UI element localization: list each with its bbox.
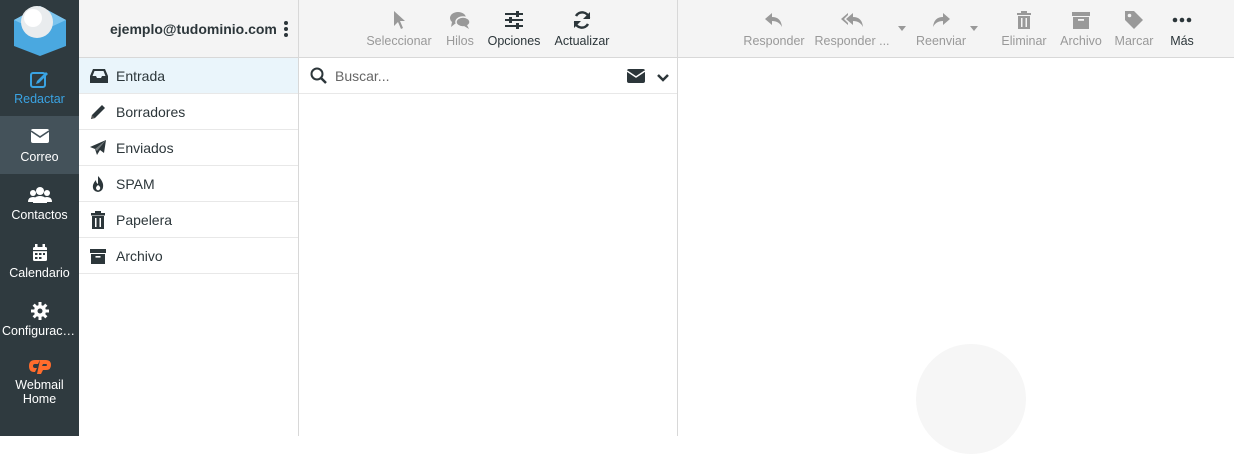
folder-archive[interactable]: Archivo xyxy=(79,238,298,274)
kebab-icon xyxy=(284,21,288,37)
account-email: ejemplo@tudominio.com xyxy=(110,21,277,37)
folder-inbox-label: Entrada xyxy=(116,68,166,84)
search-scope-button[interactable] xyxy=(626,69,646,88)
nav-webmail-home-label: Webmail Home xyxy=(15,378,64,406)
fire-icon xyxy=(89,175,107,193)
gear-icon xyxy=(0,302,79,320)
threads-label: Hilos xyxy=(446,34,474,48)
archive-label: Archivo xyxy=(1060,34,1102,48)
reading-pane: Responder Responder ... Reenviar Elimina… xyxy=(678,0,1234,454)
mark-label: Marcar xyxy=(1114,34,1154,48)
ellipsis-icon xyxy=(1164,10,1200,30)
message-toolbar: Responder Responder ... Reenviar Elimina… xyxy=(678,0,1234,58)
pencil-icon xyxy=(89,103,107,121)
threads-button[interactable]: Hilos xyxy=(441,0,479,58)
nav-contacts[interactable]: Contactos xyxy=(0,174,79,232)
nav-webmail-home[interactable]: Webmail Home xyxy=(0,348,79,418)
account-menu-button[interactable] xyxy=(282,20,290,38)
folder-sent[interactable]: Enviados xyxy=(79,130,298,166)
search-bar xyxy=(299,58,677,94)
options-label: Opciones xyxy=(487,34,541,48)
envelope-icon xyxy=(626,69,646,83)
compose-icon xyxy=(0,70,79,88)
forward-label: Reenviar xyxy=(915,34,967,48)
folder-drafts[interactable]: Borradores xyxy=(79,94,298,130)
nav-calendar[interactable]: Calendario xyxy=(0,232,79,290)
folder-trash[interactable]: Papelera xyxy=(79,202,298,238)
nav-mail[interactable]: Correo xyxy=(0,116,79,174)
calendar-icon xyxy=(0,244,79,262)
select-label: Seleccionar xyxy=(366,34,432,48)
users-icon xyxy=(0,186,79,204)
nav-settings[interactable]: Configuración xyxy=(0,290,79,348)
cpanel-icon xyxy=(0,358,79,374)
archive-button[interactable]: Archivo xyxy=(1058,0,1104,58)
reply-icon xyxy=(742,10,806,30)
folder-spam-label: SPAM xyxy=(116,176,155,192)
forward-button[interactable]: Reenviar xyxy=(912,0,970,58)
options-button[interactable]: Opciones xyxy=(485,0,543,58)
reply-label: Responder xyxy=(743,34,805,48)
forward-dropdown-icon[interactable] xyxy=(970,26,978,31)
folder-inbox[interactable]: Entrada xyxy=(79,58,298,94)
sliders-icon xyxy=(485,10,543,30)
select-button[interactable]: Seleccionar xyxy=(365,0,433,58)
reply-all-icon xyxy=(814,10,890,30)
folder-spam[interactable]: SPAM xyxy=(79,166,298,202)
nav-mail-label: Correo xyxy=(20,150,59,164)
chevron-down-icon[interactable] xyxy=(657,70,669,88)
app-logo xyxy=(0,0,79,58)
folder-archive-label: Archivo xyxy=(116,248,163,264)
app-nav: Redactar Correo Contactos Calendario Con… xyxy=(0,0,79,436)
message-list xyxy=(299,94,677,436)
archive-icon xyxy=(1058,10,1104,30)
folder-sent-label: Enviados xyxy=(116,140,174,156)
refresh-button[interactable]: Actualizar xyxy=(549,0,615,58)
refresh-label: Actualizar xyxy=(554,34,610,48)
delete-label: Eliminar xyxy=(1001,34,1047,48)
pointer-icon xyxy=(365,10,433,30)
delete-button[interactable]: Eliminar xyxy=(998,0,1050,58)
mark-button[interactable]: Marcar xyxy=(1112,0,1156,58)
envelope-icon xyxy=(0,128,79,146)
reply-all-label: Responder ... xyxy=(814,34,890,48)
reply-all-button[interactable]: Responder ... xyxy=(814,0,890,58)
archive-icon xyxy=(89,247,107,265)
comments-icon xyxy=(441,10,479,30)
refresh-icon xyxy=(549,10,615,30)
nav-compose-label: Redactar xyxy=(14,92,65,106)
nav-settings-label: Configuración xyxy=(2,324,79,338)
trash-icon xyxy=(998,10,1050,30)
nav-contacts-label: Contactos xyxy=(11,208,68,222)
reply-button[interactable]: Responder xyxy=(742,0,806,58)
message-list-pane: Seleccionar Hilos Opciones Actualizar xyxy=(299,0,678,436)
nav-calendar-label: Calendario xyxy=(9,266,70,280)
folder-pane: ejemplo@tudominio.com Entrada Borradores… xyxy=(79,0,299,436)
search-input[interactable] xyxy=(333,65,603,87)
nav-compose[interactable]: Redactar xyxy=(0,58,79,116)
watermark-logo xyxy=(916,344,1026,454)
paper-plane-icon xyxy=(89,139,107,157)
account-header: ejemplo@tudominio.com xyxy=(79,0,298,58)
trash-icon xyxy=(89,211,107,229)
more-button[interactable]: Más xyxy=(1164,0,1200,58)
forward-icon xyxy=(912,10,970,30)
inbox-icon xyxy=(89,67,108,85)
tag-icon xyxy=(1112,10,1156,30)
folder-trash-label: Papelera xyxy=(116,212,173,228)
list-toolbar: Seleccionar Hilos Opciones Actualizar xyxy=(299,0,677,58)
more-label: Más xyxy=(1170,34,1194,48)
search-icon xyxy=(310,67,328,90)
reply-all-dropdown-icon[interactable] xyxy=(898,26,906,31)
folder-drafts-label: Borradores xyxy=(116,104,186,120)
